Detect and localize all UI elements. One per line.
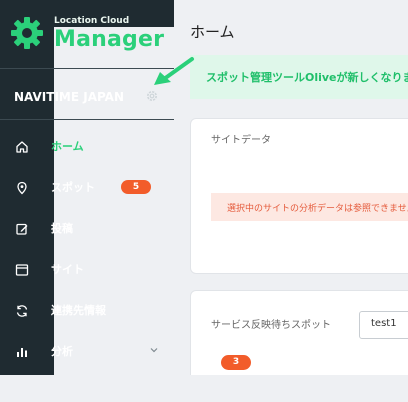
account-name: NAVITIME JAPAN [14,90,125,104]
sidebar-item-home[interactable]: ホーム [0,126,174,167]
card-title: サービス反映待ちスポット [211,320,331,331]
brand-logo[interactable]: Location Cloud Manager [10,14,288,402]
sidebar: Location Cloud Manager NAVITIME JAPAN ホー… [0,0,288,402]
site-icon [15,264,29,276]
sidebar-item-label: 投稿 [51,222,73,235]
settings-gear-icon[interactable] [145,89,159,103]
divider [0,68,174,69]
alert-text: 選択中のサイトの分析データは参照できません [227,204,408,214]
sidebar-item-analytics[interactable]: 分析 [0,331,174,372]
edit-icon [16,223,28,235]
sidebar-item-label: 連携先情報 [51,304,106,317]
pending-spots-card: サービス反映待ちスポット test1 3 [190,290,408,375]
announcement-banner[interactable]: スポット管理ツールOliveが新しくなりました [190,55,408,99]
error-alert: 選択中のサイトの分析データは参照できません [211,193,408,221]
sidebar-item-spot[interactable]: スポット 5 [0,167,174,208]
page-title: ホーム [190,23,235,41]
gear-logo-icon [11,17,43,49]
card-title: サイトデータ [211,135,271,146]
site-data-card: サイトデータ 選択中のサイトの分析データは参照できません [190,118,408,274]
sidebar-item-label: スポット [51,181,95,194]
sync-icon [16,305,28,317]
home-icon [16,141,28,153]
sidebar-item-label: ホーム [51,140,84,153]
pointer-arrow-icon [154,57,194,85]
pending-count-badge: 3 [221,355,251,370]
announcement-text: スポット管理ツールOliveが新しくなりました [206,71,408,84]
sidebar-nav: ホーム スポット 5 投稿 サイト 連携先情報 分析 [0,126,174,372]
main-content: ホーム スポット管理ツールOliveが新しくなりました サイトデータ 選択中のサ… [174,0,408,375]
chevron-down-icon[interactable] [150,346,158,354]
bar-chart-icon [17,348,27,357]
sidebar-item-site[interactable]: サイト [0,249,174,290]
divider [0,119,174,120]
sidebar-item-posts[interactable]: 投稿 [0,208,174,249]
site-select-value: test1 [371,318,397,329]
location-pin-icon [17,181,27,195]
brand-subtitle: Location Cloud [54,16,130,26]
site-select[interactable]: test1 [359,311,408,339]
sidebar-item-label: 分析 [51,345,73,358]
sidebar-item-label: サイト [51,263,84,276]
sidebar-item-integrations[interactable]: 連携先情報 [0,290,174,331]
spot-count-badge: 5 [121,180,151,194]
